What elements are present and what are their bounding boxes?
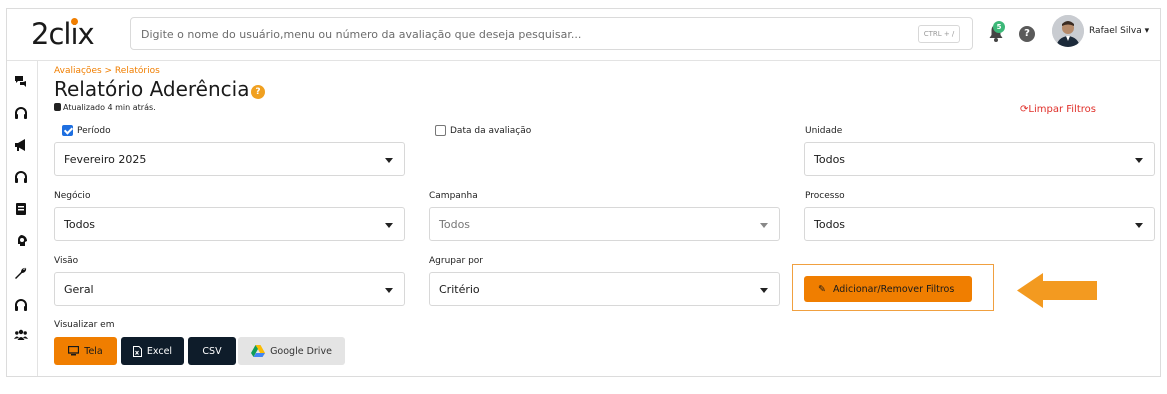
headset-icon[interactable]: [13, 105, 29, 121]
view-excel-label: Excel: [146, 345, 173, 357]
periodo-value: Fevereiro 2025: [64, 153, 147, 166]
book-icon[interactable]: [13, 201, 29, 217]
last-updated: Atualizado 4 min atrás.: [54, 103, 156, 112]
periodo-select[interactable]: Fevereiro 2025: [54, 142, 405, 176]
view-excel-button[interactable]: Excel: [121, 337, 184, 365]
headset-icon[interactable]: [13, 169, 29, 185]
logo[interactable]: 2clix: [31, 15, 101, 55]
view-csv-button[interactable]: CSV: [188, 337, 236, 365]
search-shortcut-hint: CTRL + /: [918, 25, 960, 43]
clear-filters-label: Limpar Filtros: [1028, 104, 1096, 115]
clear-filters-link[interactable]: ⟳Limpar Filtros: [1020, 104, 1096, 115]
breadcrumb[interactable]: Avaliações > Relatórios: [54, 66, 160, 76]
users-icon[interactable]: [13, 327, 29, 343]
visao-select[interactable]: Geral: [54, 272, 405, 306]
logo-text: 2clix: [31, 17, 95, 51]
unidade-label: Unidade: [805, 126, 843, 136]
google-drive-icon: [251, 345, 266, 357]
page-title: Relatório Aderência: [54, 77, 250, 101]
processo-value: Todos: [814, 218, 846, 231]
negocio-label: Negócio: [54, 191, 91, 201]
arrow-left-icon: [1017, 273, 1097, 308]
chevron-down-icon: [385, 158, 393, 163]
campanha-label: Campanha: [429, 191, 478, 201]
chevron-down-icon: [385, 288, 393, 293]
view-csv-label: CSV: [202, 345, 222, 357]
visao-label: Visão: [54, 256, 79, 266]
view-google-drive-label: Google Drive: [270, 345, 332, 357]
agrupar-select[interactable]: Critério: [429, 272, 780, 306]
megaphone-icon[interactable]: [13, 137, 29, 153]
negocio-value: Todos: [64, 218, 96, 231]
agrupar-value: Critério: [439, 283, 480, 296]
headset-icon[interactable]: [13, 297, 29, 313]
data-avaliacao-checkbox[interactable]: [435, 125, 446, 136]
periodo-checkbox[interactable]: [62, 125, 73, 136]
campanha-select[interactable]: Todos: [429, 207, 780, 241]
chevron-down-icon: [760, 223, 768, 228]
avatar[interactable]: [1052, 15, 1084, 47]
top-bar: 2clix CTRL + / 5 ? Rafael Silva ▾: [7, 9, 1160, 61]
chevron-down-icon: [1135, 223, 1143, 228]
chat-icon[interactable]: [13, 73, 29, 89]
file-excel-icon: [132, 345, 142, 357]
last-updated-text: Atualizado 4 min atrás.: [63, 103, 156, 112]
periodo-label: Período: [77, 126, 111, 136]
chevron-down-icon: [1135, 158, 1143, 163]
notification-badge: 5: [993, 21, 1005, 33]
chevron-down-icon: [385, 223, 393, 228]
campanha-value: Todos: [439, 218, 471, 231]
negocio-select[interactable]: Todos: [54, 207, 405, 241]
user-menu[interactable]: Rafael Silva ▾: [1089, 26, 1149, 36]
view-google-drive-button[interactable]: Google Drive: [238, 337, 345, 365]
pencil-icon: ✎: [818, 283, 826, 295]
title-help-icon[interactable]: ?: [251, 85, 265, 99]
data-avaliacao-label: Data da avaliação: [450, 126, 532, 136]
processo-select[interactable]: Todos: [804, 207, 1155, 241]
add-remove-filters-button[interactable]: ✎ Adicionar/Remover Filtros: [804, 276, 972, 302]
chevron-down-icon: [760, 288, 768, 293]
view-label: Visualizar em: [54, 320, 115, 330]
avatar-image: [1052, 15, 1084, 47]
search-input[interactable]: [141, 25, 901, 43]
search-box[interactable]: CTRL + /: [130, 17, 973, 50]
sidebar: [7, 61, 38, 376]
view-tela-button[interactable]: Tela: [54, 337, 117, 365]
chevron-down-icon: ▾: [1144, 26, 1150, 36]
app-frame: 2clix CTRL + / 5 ? Rafael Silva ▾: [6, 8, 1161, 377]
processo-label: Processo: [805, 191, 845, 201]
visao-value: Geral: [64, 283, 94, 296]
help-icon[interactable]: ?: [1019, 26, 1035, 42]
logo-dot: [71, 18, 78, 25]
unidade-value: Todos: [814, 153, 846, 166]
unidade-select[interactable]: Todos: [804, 142, 1155, 176]
user-name: Rafael Silva: [1089, 26, 1142, 36]
brain-icon[interactable]: [13, 233, 29, 249]
wrench-icon[interactable]: [13, 265, 29, 281]
view-tela-label: Tela: [84, 345, 103, 357]
database-icon: [54, 103, 61, 111]
add-remove-filters-label: Adicionar/Remover Filtros: [832, 283, 955, 295]
monitor-icon: [68, 346, 80, 356]
agrupar-label: Agrupar por: [429, 256, 483, 266]
